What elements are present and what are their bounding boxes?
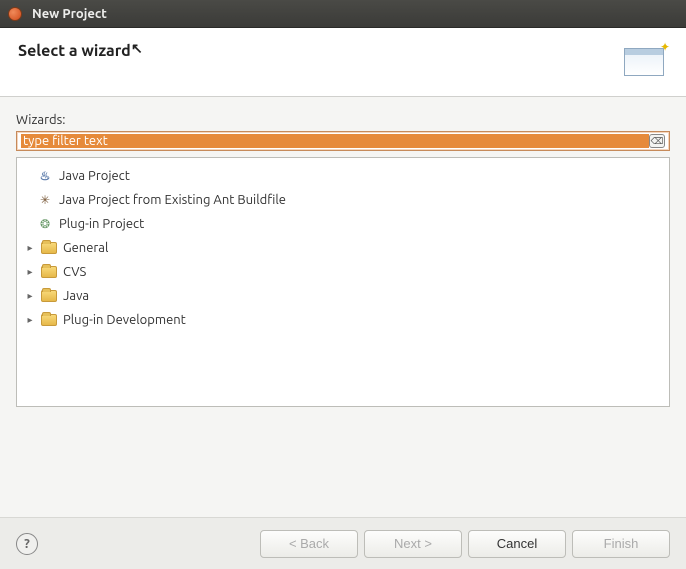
cursor-icon: ↖: [131, 40, 143, 57]
tree-item-label: Plug-in Project: [59, 217, 144, 231]
tree-item-label: General: [63, 241, 108, 255]
chevron-right-icon[interactable]: ▸: [25, 242, 35, 254]
tree-folder-plugin-dev[interactable]: ▸ Plug-in Development: [23, 308, 663, 332]
folder-icon: [41, 314, 57, 326]
wizard-icon: ✦: [622, 42, 668, 78]
chevron-right-icon[interactable]: ▸: [25, 266, 35, 278]
tree-folder-general[interactable]: ▸ General: [23, 236, 663, 260]
tree-item-label: Java Project: [59, 169, 130, 183]
tree-item-label: Java: [63, 289, 89, 303]
wizard-tree[interactable]: ♨ Java Project ✳ Java Project from Exist…: [16, 157, 670, 407]
page-title: Select a wizard ↖: [18, 42, 131, 60]
folder-icon: [41, 242, 57, 254]
help-button[interactable]: ?: [16, 533, 38, 555]
tree-item-label: Plug-in Development: [63, 313, 186, 327]
dialog-body: Wizards: type filter text ⌫ ♨ Java Proje…: [0, 97, 686, 417]
tree-item-java-project[interactable]: ♨ Java Project: [23, 164, 663, 188]
titlebar: New Project: [0, 0, 686, 28]
cancel-button[interactable]: Cancel: [468, 530, 566, 558]
tree-item-label: Java Project from Existing Ant Buildfile: [59, 193, 286, 207]
plugin-icon: ❂: [37, 216, 53, 232]
tree-item-java-ant[interactable]: ✳ Java Project from Existing Ant Buildfi…: [23, 188, 663, 212]
folder-icon: [41, 290, 57, 302]
next-button[interactable]: Next >: [364, 530, 462, 558]
back-button[interactable]: < Back: [260, 530, 358, 558]
chevron-right-icon[interactable]: ▸: [25, 314, 35, 326]
tree-item-plugin-project[interactable]: ❂ Plug-in Project: [23, 212, 663, 236]
java-project-icon: ♨: [37, 168, 53, 184]
ant-icon: ✳: [37, 192, 53, 208]
filter-input[interactable]: type filter text ⌫: [16, 131, 670, 151]
tree-item-label: CVS: [63, 265, 86, 279]
tree-folder-cvs[interactable]: ▸ CVS: [23, 260, 663, 284]
folder-icon: [41, 266, 57, 278]
chevron-right-icon[interactable]: ▸: [25, 290, 35, 302]
close-icon[interactable]: [8, 7, 22, 21]
dialog-footer: ? < Back Next > Cancel Finish: [0, 517, 686, 569]
window-title: New Project: [32, 7, 107, 21]
filter-placeholder: type filter text: [21, 134, 649, 148]
page-title-text: Select a wizard: [18, 42, 131, 60]
wizards-label: Wizards:: [16, 113, 670, 127]
finish-button[interactable]: Finish: [572, 530, 670, 558]
clear-filter-icon[interactable]: ⌫: [649, 134, 665, 148]
dialog-header: Select a wizard ↖ ✦: [0, 28, 686, 97]
tree-folder-java[interactable]: ▸ Java: [23, 284, 663, 308]
